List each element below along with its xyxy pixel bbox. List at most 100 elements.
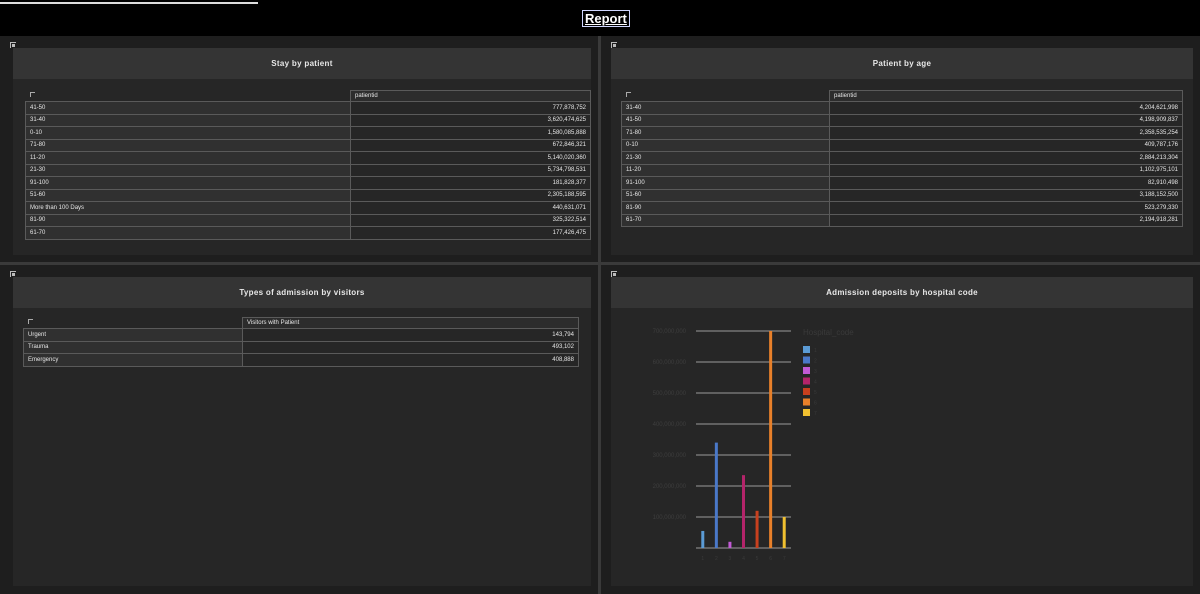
legend-swatch	[803, 346, 810, 353]
stay-table-row[interactable]: 91-100 181,828,377	[25, 176, 591, 190]
legend-label: 5	[814, 390, 817, 396]
legend-title: Hospital_code	[803, 328, 854, 337]
legend-label: 6	[814, 401, 817, 407]
bar[interactable]	[742, 475, 745, 548]
y-tick-label: 400,000,000	[653, 422, 687, 428]
row-value: 672,846,321	[350, 138, 591, 152]
row-label: 0-10	[25, 126, 351, 140]
deposits-bar-chart[interactable]: 100,000,000 200,000,000 300,000,000 400,000…	[611, 311, 1193, 586]
row-label: 91-100	[25, 176, 351, 190]
table-corner-icon	[625, 92, 631, 98]
age-panel-title: Patient by age	[611, 48, 1193, 79]
bar[interactable]	[701, 530, 705, 548]
admission-column-header[interactable]: Visitors with Patient	[242, 317, 579, 329]
admission-table-row[interactable]: Urgent 143,794	[23, 328, 579, 342]
row-value: 523,279,330	[829, 201, 1183, 215]
row-label: More than 100 Days	[25, 201, 351, 215]
row-value: 777,878,752	[350, 101, 591, 115]
age-table-row[interactable]: 11-20 1,102,975,101	[621, 163, 1183, 177]
age-panel: Patient by age patientid 31-40 4,204,621,…	[611, 48, 1193, 255]
row-value: 409,787,176	[829, 138, 1183, 152]
stay-table: patientid 41-50 777,878,752 31-40 3,620,474…	[25, 90, 591, 240]
bar[interactable]	[769, 331, 773, 548]
deposits-chart-visual[interactable]: Admission deposits by hospital code 100,…	[601, 265, 1200, 594]
row-value: 3,188,152,500	[829, 188, 1183, 202]
age-table-row[interactable]: 0-10 409,787,176	[621, 138, 1183, 152]
age-table-row[interactable]: 61-70 2,194,918,281	[621, 213, 1183, 227]
deposits-panel: Admission deposits by hospital code 100,…	[611, 277, 1193, 586]
row-value: 143,794	[242, 328, 579, 342]
y-tick-label: 500,000,000	[653, 391, 687, 397]
row-label: 0-10	[621, 138, 830, 152]
stay-table-row[interactable]: 81-90 325,322,514	[25, 213, 591, 227]
row-value: 493,102	[242, 340, 579, 354]
stay-table-row[interactable]: 51-60 2,305,188,595	[25, 188, 591, 202]
stay-by-patient-visual[interactable]: Stay by patient patientid 41-50 777,878,7…	[0, 36, 598, 262]
row-value: 3,620,474,625	[350, 113, 591, 127]
row-value: 1,102,975,101	[829, 163, 1183, 177]
age-table-row[interactable]: 31-40 4,204,621,998	[621, 101, 1183, 115]
stay-panel: Stay by patient patientid 41-50 777,878,7…	[13, 48, 591, 255]
admission-table-row[interactable]: Emergency 408,888	[23, 353, 579, 367]
age-table-row[interactable]: 41-50 4,198,909,837	[621, 113, 1183, 127]
stay-table-row[interactable]: 31-40 3,620,474,625	[25, 113, 591, 127]
row-label: 81-90	[621, 201, 830, 215]
stay-table-row[interactable]: 41-50 777,878,752	[25, 101, 591, 115]
legend-label: 2	[814, 359, 817, 365]
admission-types-visual[interactable]: Types of admission by visitors Visitors …	[0, 265, 598, 594]
age-table-row[interactable]: 21-30 2,884,213,304	[621, 151, 1183, 165]
top-bar: Report	[0, 0, 1200, 36]
age-table-row[interactable]: 81-90 523,279,330	[621, 201, 1183, 215]
bar[interactable]	[755, 510, 759, 548]
patient-by-age-visual[interactable]: Patient by age patientid 31-40 4,204,621,…	[601, 36, 1200, 262]
table-corner-icon	[29, 92, 35, 98]
stay-table-row[interactable]: 0-10 1,580,085,888	[25, 126, 591, 140]
address-strip	[0, 2, 258, 4]
row-label: 71-80	[25, 138, 351, 152]
stay-table-row[interactable]: 21-30 5,734,798,531	[25, 163, 591, 177]
legend-label: 7	[814, 411, 817, 417]
row-label: 71-80	[621, 126, 830, 140]
legend-label: 4	[814, 380, 817, 386]
bar[interactable]	[714, 442, 718, 548]
admission-panel-title: Types of admission by visitors	[13, 277, 591, 308]
bar[interactable]	[782, 517, 786, 548]
row-value: 2,194,918,281	[829, 213, 1183, 227]
stay-table-row[interactable]: 61-70 177,426,475	[25, 226, 591, 240]
row-value: 5,734,798,531	[350, 163, 591, 177]
x-tick-label: 5	[756, 556, 759, 562]
admission-table-row[interactable]: Trauma 493,102	[23, 340, 579, 354]
stay-table-row[interactable]: More than 100 Days 440,631,071	[25, 201, 591, 215]
row-label: 31-40	[25, 113, 351, 127]
stay-panel-title: Stay by patient	[13, 48, 591, 79]
stay-table-row[interactable]: 71-80 672,846,321	[25, 138, 591, 152]
age-table-row[interactable]: 91-100 82,910,498	[621, 176, 1183, 190]
row-label: 41-50	[25, 101, 351, 115]
x-tick-label: 2	[715, 556, 718, 562]
y-tick-label: 700,000,000	[653, 329, 687, 335]
stay-table-row[interactable]: 11-20 5,140,020,360	[25, 151, 591, 165]
age-column-header[interactable]: patientid	[829, 90, 1183, 102]
stay-column-header[interactable]: patientid	[350, 90, 591, 102]
age-table-row[interactable]: 51-60 3,188,152,500	[621, 188, 1183, 202]
y-tick-label: 200,000,000	[653, 484, 687, 490]
report-button[interactable]: Report	[582, 10, 630, 27]
bar[interactable]	[728, 541, 732, 548]
y-tick-label: 600,000,000	[653, 360, 687, 366]
x-tick-label: 7	[783, 556, 786, 562]
legend-swatch	[803, 409, 810, 416]
legend-swatch	[803, 398, 810, 406]
row-label: 11-20	[621, 163, 830, 177]
row-value: 82,910,498	[829, 176, 1183, 190]
row-label: 61-70	[25, 226, 351, 240]
age-table-row[interactable]: 71-80 2,358,535,254	[621, 126, 1183, 140]
row-label: 91-100	[621, 176, 830, 190]
row-value: 2,358,535,254	[829, 126, 1183, 140]
admission-panel: Types of admission by visitors Visitors …	[13, 277, 591, 586]
y-tick-label: 300,000,000	[653, 453, 687, 459]
row-label: 21-30	[621, 151, 830, 165]
table-corner-icon	[27, 319, 33, 325]
row-label: 21-30	[25, 163, 351, 177]
row-label: 51-60	[621, 188, 830, 202]
row-value: 440,631,071	[350, 201, 591, 215]
